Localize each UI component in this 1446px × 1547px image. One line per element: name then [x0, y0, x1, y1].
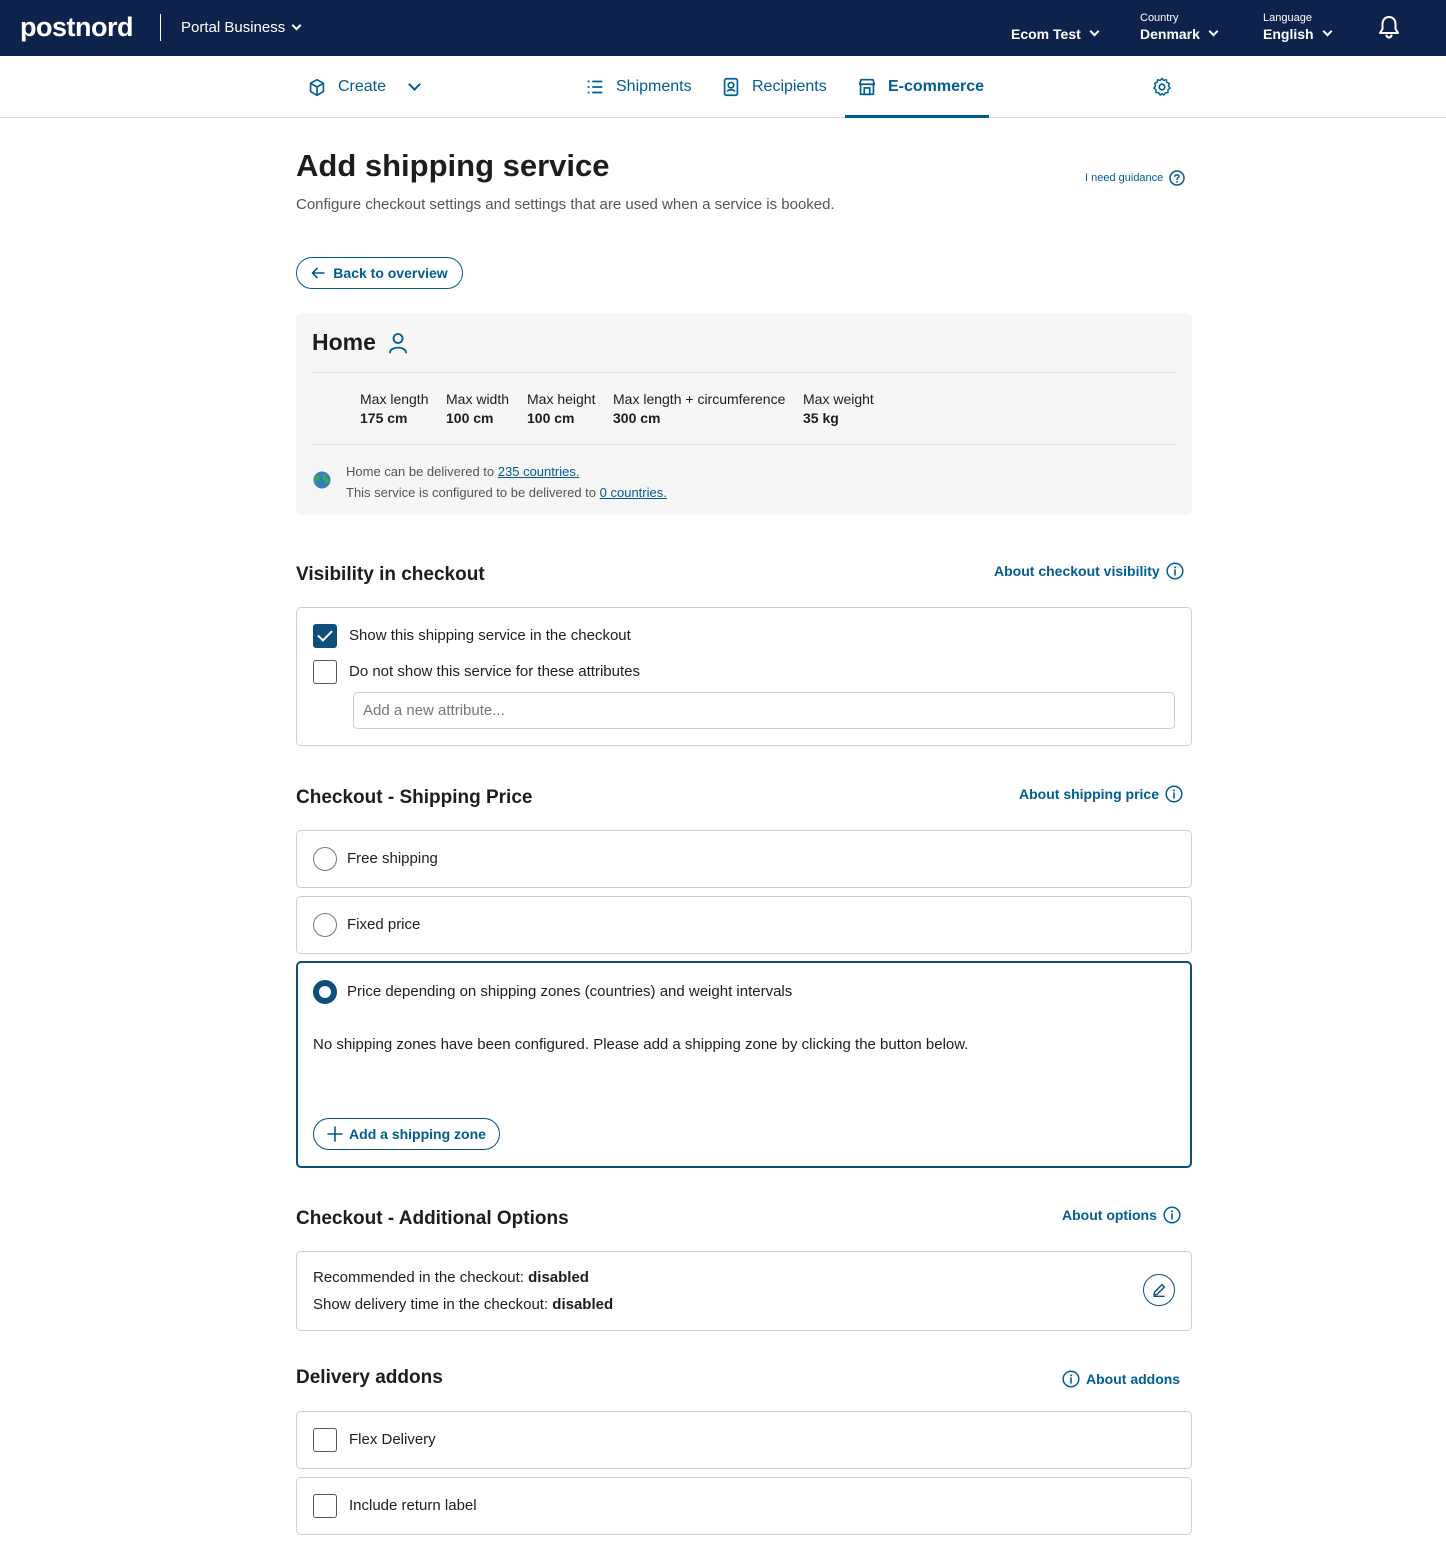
visibility-box: Show this shipping service in the checko… — [296, 607, 1192, 746]
nav-recipients-label: Recipients — [752, 78, 827, 95]
dimension-max-width: Max width 100 cm — [446, 391, 510, 426]
page-title: Add shipping service — [296, 148, 610, 183]
dimension-max-height: Max height 100 cm — [527, 391, 596, 426]
show-in-checkout-label: Show this shipping service in the checko… — [349, 627, 631, 644]
settings-button[interactable] — [1151, 56, 1173, 118]
info-icon — [1166, 562, 1184, 580]
dimension-max-length: Max length 175 cm — [360, 391, 429, 426]
portal-selector[interactable]: Portal Business — [181, 19, 302, 36]
store-icon — [858, 78, 876, 96]
service-name: Home — [312, 329, 408, 356]
nav-shipments-label: Shipments — [616, 78, 692, 95]
additional-options-box: Recommended in the checkout: disabled Sh… — [296, 1251, 1192, 1331]
free-shipping-option[interactable]: Free shipping — [296, 830, 1192, 888]
nav-recipients[interactable]: Recipients — [720, 56, 827, 118]
about-addons-link[interactable]: About addons — [1062, 1370, 1180, 1388]
flex-delivery-option: Flex Delivery — [296, 1411, 1192, 1469]
no-zones-message: No shipping zones have been configured. … — [313, 1036, 969, 1053]
configured-countries-link[interactable]: 0 countries. — [600, 485, 667, 500]
delivery-addons-section-title: Delivery addons — [296, 1367, 443, 1388]
return-label-checkbox[interactable] — [313, 1494, 337, 1518]
fixed-price-label: Fixed price — [347, 916, 421, 933]
notification-bell-icon[interactable] — [1377, 14, 1401, 40]
main-nav: Create Shipments Recipients E-commerce — [0, 56, 1446, 118]
attribute-input[interactable] — [353, 692, 1175, 729]
dimension-max-length-circumference: Max length + circumference 300 cm — [613, 391, 786, 426]
gear-icon — [1153, 77, 1171, 96]
free-shipping-label: Free shipping — [347, 850, 438, 867]
page-subtitle: Configure checkout settings and settings… — [296, 196, 835, 213]
language-value: English — [1263, 26, 1314, 42]
country-value: Denmark — [1140, 26, 1200, 42]
flex-delivery-label: Flex Delivery — [349, 1431, 436, 1448]
guidance-label: I need guidance — [1085, 172, 1164, 184]
free-shipping-radio[interactable] — [313, 847, 337, 871]
delivery-time-setting: Show delivery time in the checkout: disa… — [313, 1296, 614, 1313]
fixed-price-radio[interactable] — [313, 913, 337, 937]
recommended-setting: Recommended in the checkout: disabled — [313, 1269, 589, 1286]
zone-price-radio[interactable] — [313, 980, 337, 1004]
zone-price-option[interactable]: Price depending on shipping zones (count… — [296, 961, 1192, 1168]
nav-ecommerce-label: E-commerce — [888, 78, 985, 95]
guidance-link[interactable]: I need guidance — [1085, 170, 1186, 186]
delivered-countries-link[interactable]: 235 countries. — [498, 464, 580, 479]
person-icon — [389, 332, 407, 353]
nav-active-indicator — [845, 115, 989, 118]
info-icon — [1163, 1206, 1181, 1224]
divider — [312, 444, 1176, 445]
hide-for-attributes-label: Do not show this service for these attri… — [349, 663, 640, 680]
hide-for-attributes-checkbox[interactable] — [313, 660, 337, 684]
postnord-logo[interactable]: postnord — [20, 12, 133, 43]
contact-book-icon — [723, 77, 739, 97]
nav-shipments[interactable]: Shipments — [584, 56, 692, 118]
nav-ecommerce[interactable]: E-commerce — [856, 56, 984, 118]
visibility-section-title: Visibility in checkout — [296, 564, 485, 585]
dimension-max-weight: Max weight 35 kg — [803, 391, 874, 426]
globe-icon — [313, 471, 331, 489]
zone-price-label: Price depending on shipping zones (count… — [347, 983, 793, 1000]
chevron-down-icon — [408, 78, 421, 91]
country-label: Country — [1140, 12, 1179, 24]
flex-delivery-checkbox[interactable] — [313, 1428, 337, 1452]
service-delivery-info: Home can be delivered to 235 countries. … — [346, 464, 667, 500]
add-shipping-zone-button[interactable]: Add a shipping zone — [313, 1118, 500, 1150]
back-to-overview-button[interactable]: Back to overview — [296, 257, 463, 289]
nav-create-label: Create — [338, 78, 387, 95]
language-label: Language — [1263, 12, 1312, 24]
edit-options-button[interactable] — [1143, 1274, 1175, 1306]
chevron-down-icon — [1089, 26, 1100, 37]
portal-label: Portal Business — [181, 19, 286, 36]
plus-icon — [327, 1126, 343, 1142]
language-selector[interactable]: Language English — [1263, 12, 1333, 42]
list-icon — [587, 80, 603, 94]
return-label-label: Include return label — [349, 1497, 477, 1514]
chevron-down-icon — [291, 20, 302, 30]
shipping-price-section-title: Checkout - Shipping Price — [296, 787, 533, 808]
fixed-price-option[interactable]: Fixed price — [296, 896, 1192, 954]
logo-divider — [160, 14, 161, 41]
about-options-link[interactable]: About options — [1062, 1206, 1181, 1224]
create-package-icon — [309, 78, 325, 97]
back-label: Back to overview — [333, 265, 448, 281]
pencil-icon — [1153, 1283, 1166, 1297]
account-name: Ecom Test — [1011, 26, 1081, 42]
about-checkout-visibility-link[interactable]: About checkout visibility — [994, 562, 1184, 580]
top-bar: postnord Portal Business Ecom Test Count… — [0, 0, 1446, 56]
service-summary-card: Home Max length 175 cm Max width 100 cm … — [296, 313, 1192, 515]
additional-options-section-title: Checkout - Additional Options — [296, 1208, 569, 1229]
info-icon — [1165, 785, 1183, 803]
divider — [312, 372, 1176, 373]
arrow-left-icon — [311, 267, 326, 279]
account-selector[interactable]: Ecom Test — [1011, 12, 1100, 42]
nav-create[interactable]: Create — [306, 56, 421, 118]
show-in-checkout-checkbox[interactable] — [313, 624, 337, 648]
chevron-down-icon — [1322, 26, 1333, 37]
return-label-option: Include return label — [296, 1477, 1192, 1535]
country-selector[interactable]: Country Denmark — [1140, 12, 1219, 42]
about-shipping-price-link[interactable]: About shipping price — [1019, 785, 1183, 803]
info-icon — [1062, 1370, 1080, 1388]
chevron-down-icon — [1208, 26, 1219, 37]
question-icon — [1169, 170, 1186, 186]
